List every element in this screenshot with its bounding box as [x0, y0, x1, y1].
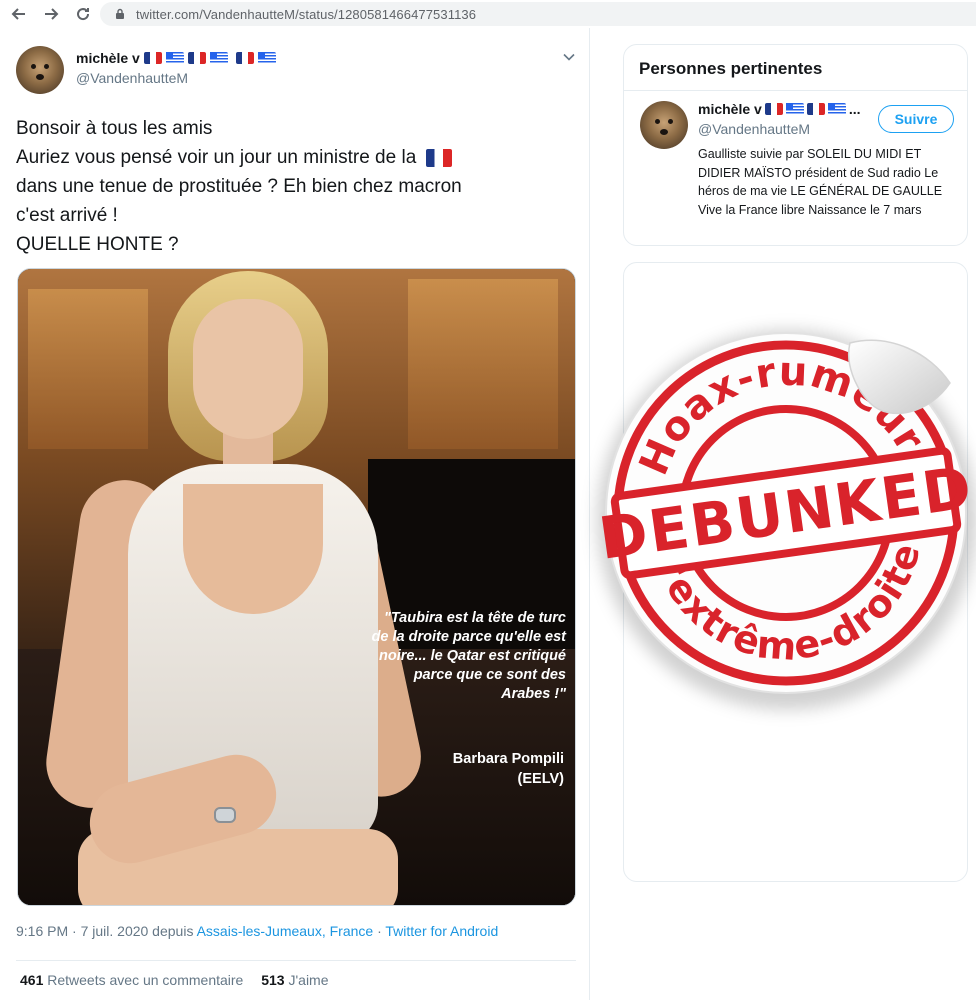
follow-button[interactable]: Suivre — [878, 105, 954, 133]
tweet-line: Auriez vous pensé voir un jour un minist… — [16, 143, 576, 172]
tweet-line: dans une tenue de prostituée ? Eh bien c… — [16, 176, 462, 197]
greece-flag-icon — [165, 52, 184, 64]
forward-icon[interactable] — [38, 1, 64, 27]
greece-flag-icon — [209, 52, 228, 64]
avatar[interactable] — [640, 101, 688, 149]
greece-flag-icon — [827, 103, 846, 115]
related-user-name-text: michèle v — [698, 101, 762, 117]
wall-panel — [28, 289, 148, 449]
tweet-source[interactable]: Twitter for Android — [385, 923, 498, 939]
image-quote-author: Barbara Pompili (EELV) — [370, 749, 564, 789]
retweets-label: Retweets avec un commentaire — [47, 972, 244, 988]
france-flag-icon — [187, 52, 206, 64]
related-user-handle[interactable]: @VandenhautteM — [698, 121, 810, 137]
chevron-down-icon[interactable] — [562, 50, 576, 64]
france-flag-icon — [143, 52, 162, 64]
image-author-name: Barbara Pompili — [452, 751, 564, 767]
divider — [624, 90, 967, 91]
related-user-bio: Gaulliste suivie par SOLEIL DU MIDI ET D… — [698, 147, 943, 217]
url-text: twitter.com/VandenhautteM/status/1280581… — [136, 6, 477, 22]
author-handle[interactable]: @VandenhautteM — [76, 70, 188, 86]
france-flag-icon — [425, 148, 452, 167]
name-truncation: ... — [848, 101, 861, 117]
tweet-image[interactable]: "Taubira est la tête de turc de la droit… — [17, 268, 576, 906]
browser-toolbar: twitter.com/VandenhautteM/status/1280581… — [0, 0, 976, 28]
france-flag-icon — [806, 103, 825, 115]
tweet-line: c'est arrivé ! — [16, 205, 118, 226]
greece-flag-icon — [257, 52, 276, 64]
tweet-meta: 9:16 PM · 7 juil. 2020 depuis Assais-les… — [16, 923, 498, 939]
tweet-time[interactable]: 9:16 PM · 7 juil. 2020 depuis — [16, 923, 193, 939]
france-flag-icon — [235, 52, 254, 64]
wall-panel — [408, 279, 558, 449]
person-face — [193, 299, 303, 439]
author-name-text: michèle v — [76, 50, 140, 66]
likes-count: 513 — [261, 972, 285, 988]
tweet-line-text: Auriez vous pensé voir un jour un minist… — [16, 147, 417, 168]
relevant-people-title: Personnes pertinentes — [639, 59, 823, 78]
retweets-count: 461 — [20, 972, 44, 988]
back-icon[interactable] — [6, 1, 32, 27]
tweet-text: Bonsoir à tous les amis Auriez vous pens… — [16, 114, 576, 259]
tweet-location[interactable]: Assais-les-Jumeaux, France — [197, 923, 374, 939]
watch — [214, 807, 236, 823]
tweet-detail: michèle v @VandenhautteM Bonsoir à tous … — [0, 28, 590, 1000]
likes-stat[interactable]: 513 J'aime — [261, 972, 328, 988]
relevant-people-card: Personnes pertinentes michèle v ... @Van… — [623, 44, 968, 246]
france-flag-icon — [764, 103, 783, 115]
likes-label: J'aime — [288, 972, 329, 988]
debunked-stamp: Hoax-rumeurs d'extrême-droite DEBUNKED — [600, 332, 972, 694]
reload-icon[interactable] — [70, 1, 96, 27]
tweet-line: Bonsoir à tous les amis — [16, 118, 213, 139]
image-author-party: (EELV) — [517, 771, 564, 787]
tweet-stats: 461 Retweets avec un commentaire 513 J'a… — [20, 972, 329, 988]
greece-flag-icon — [785, 103, 804, 115]
image-quote: "Taubira est la tête de turc de la droit… — [371, 610, 566, 702]
address-bar[interactable]: twitter.com/VandenhautteM/status/1280581… — [100, 2, 976, 26]
meta-separator: · — [377, 923, 382, 939]
related-user-name[interactable]: michèle v ... — [698, 101, 861, 117]
retweets-stat[interactable]: 461 Retweets avec un commentaire — [20, 972, 243, 988]
lock-icon — [116, 8, 124, 19]
author-name[interactable]: michèle v — [76, 50, 276, 66]
tweet-line: QUELLE HONTE ? — [16, 234, 179, 255]
avatar[interactable] — [16, 46, 64, 94]
divider — [16, 960, 576, 961]
